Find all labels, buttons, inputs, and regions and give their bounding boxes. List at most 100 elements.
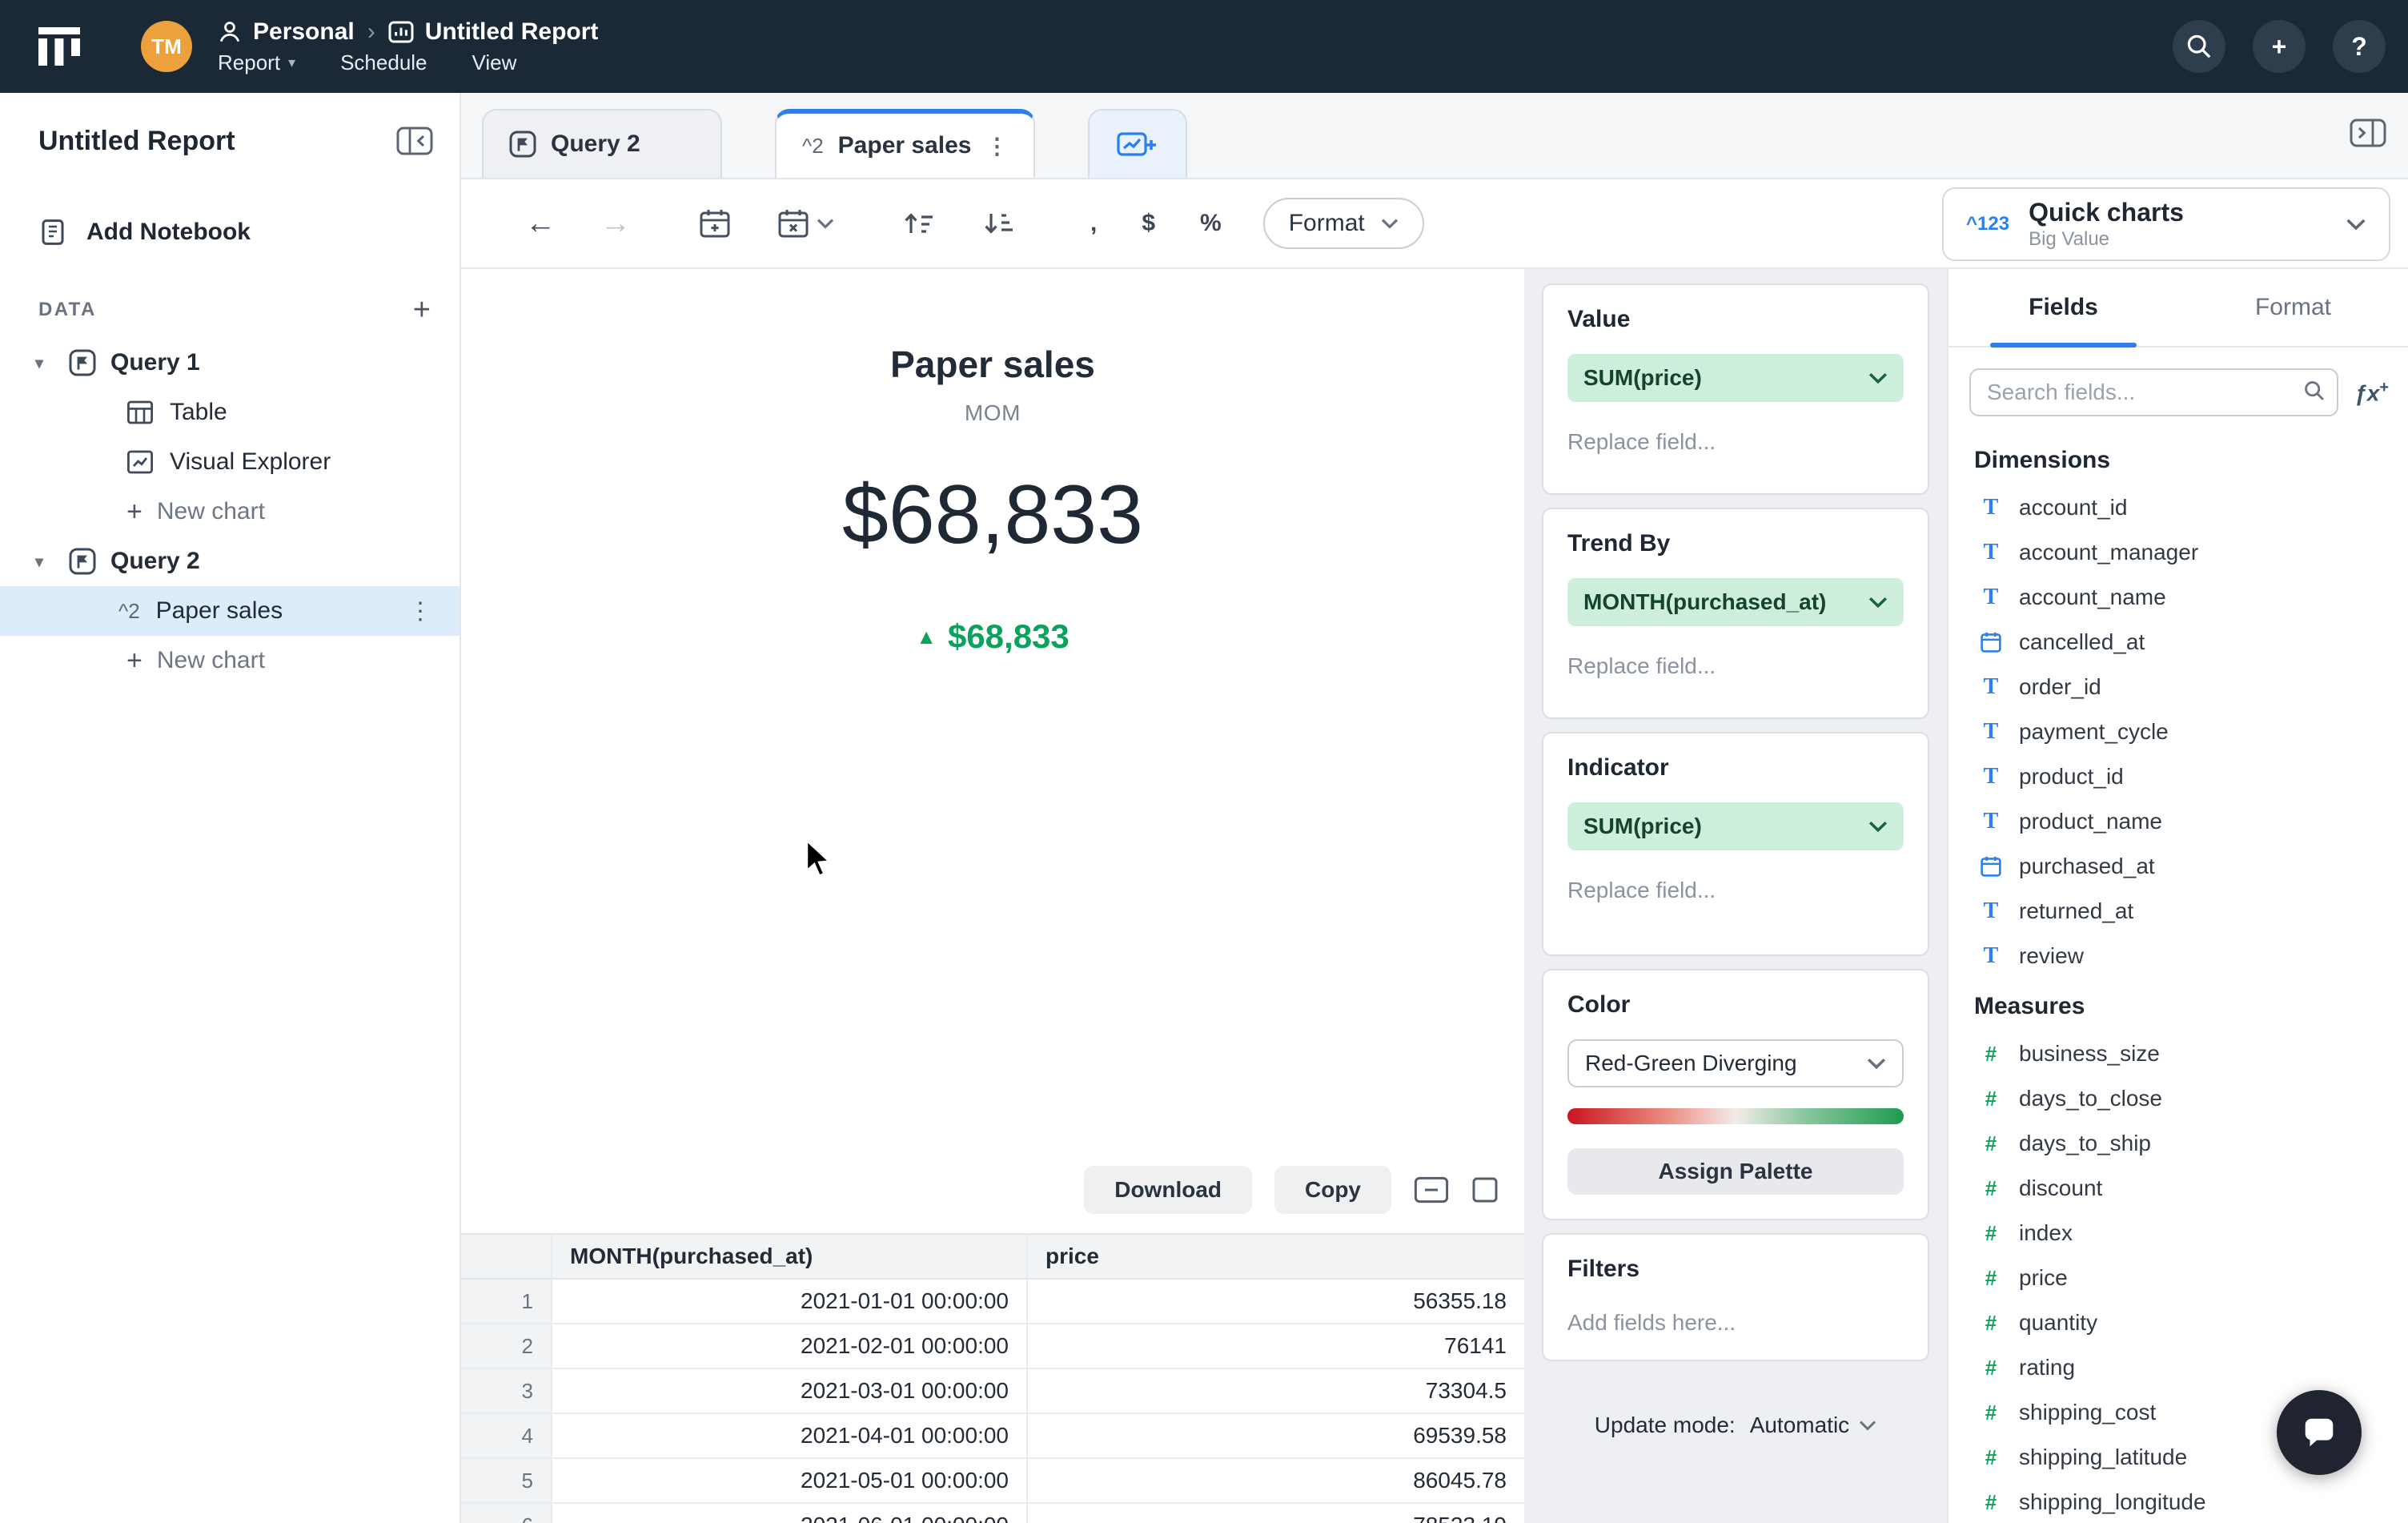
search-fields-input[interactable] <box>1969 368 2339 416</box>
expand-results-icon[interactable] <box>1471 1176 1499 1204</box>
field-item[interactable]: # discount <box>1948 1166 2408 1211</box>
field-item[interactable]: # shipping_longitude <box>1948 1480 2408 1523</box>
calendar-remove-icon[interactable] <box>777 207 834 239</box>
value-field-dropdown[interactable]: SUM(price) <box>1567 354 1904 402</box>
field-item[interactable]: # price <box>1948 1256 2408 1300</box>
price-column-header[interactable]: price <box>1026 1235 1524 1278</box>
add-formula-button[interactable]: ƒx+ <box>2354 379 2389 406</box>
assign-palette-button[interactable]: Assign Palette <box>1567 1148 1904 1195</box>
sidebar-item-visual-explorer[interactable]: Visual Explorer <box>0 437 460 487</box>
redo-arrow-icon[interactable]: → <box>600 207 631 241</box>
number-type-icon: # <box>1985 1175 1997 1200</box>
field-item[interactable]: # business_size <box>1948 1031 2408 1076</box>
field-name: account_id <box>2019 495 2128 520</box>
visual-explorer-icon <box>126 448 154 476</box>
add-data-button[interactable]: + <box>413 295 431 325</box>
table-icon <box>126 399 154 426</box>
filters-card-title: Filters <box>1567 1256 1640 1282</box>
quick-charts-selector[interactable]: ^123 Quick charts Big Value <box>1942 187 2390 261</box>
indicator-field-dropdown[interactable]: SUM(price) <box>1567 802 1904 850</box>
month-cell: 2021-06-01 00:00:00 <box>551 1504 1026 1523</box>
field-item[interactable]: T order_id <box>1948 665 2408 709</box>
sidebar-item-paper-sales[interactable]: ^2 Paper sales ⋮ <box>0 586 460 636</box>
number-type-icon: # <box>1985 1086 1997 1111</box>
field-item[interactable]: # days_to_ship <box>1948 1121 2408 1166</box>
mode-logo[interactable] <box>32 19 86 74</box>
field-item[interactable]: T product_id <box>1948 754 2408 799</box>
field-name: business_size <box>2019 1041 2160 1066</box>
month-cell: 2021-02-01 00:00:00 <box>551 1324 1026 1368</box>
field-item[interactable]: T purchased_at <box>1948 844 2408 889</box>
table-row: 1 2021-01-01 00:00:00 56355.18 <box>461 1280 1524 1324</box>
sidebar-item-query1[interactable]: ▾ Query 1 <box>0 338 460 388</box>
menu-report[interactable]: Report ▾ <box>218 50 295 75</box>
add-notebook-button[interactable]: Add Notebook <box>0 218 460 247</box>
field-item[interactable]: # index <box>1948 1211 2408 1256</box>
kebab-menu-icon[interactable]: ⋮ <box>985 133 1008 159</box>
month-column-header[interactable]: MONTH(purchased_at) <box>551 1235 1026 1278</box>
text-type-icon: T <box>1983 898 1999 923</box>
field-item[interactable]: T review <box>1948 934 2408 978</box>
row-number-cell: 6 <box>461 1504 551 1523</box>
sidebar-item-new-chart-query2[interactable]: + New chart <box>0 636 460 685</box>
sidebar: Untitled Report Add Notebook DATA + ▾ Qu… <box>0 93 461 1523</box>
field-item[interactable]: # quantity <box>1948 1300 2408 1345</box>
new-chart-tab-button[interactable] <box>1088 109 1188 178</box>
sort-ascending-icon[interactable] <box>901 209 937 238</box>
tab-query2[interactable]: Query 2 <box>482 109 722 178</box>
percent-format-button[interactable]: % <box>1200 210 1222 237</box>
expand-panel-icon[interactable] <box>2349 117 2387 149</box>
quick-charts-subtitle: Big Value <box>2029 228 2110 251</box>
avatar[interactable]: TM <box>141 21 192 72</box>
replace-field-dropzone[interactable]: Replace field... <box>1567 429 1904 455</box>
sort-descending-icon[interactable] <box>981 209 1017 238</box>
sidebar-item-new-chart-query1[interactable]: + New chart <box>0 487 460 536</box>
kebab-menu-icon[interactable]: ⋮ <box>408 597 460 625</box>
number-type-icon: # <box>1985 1041 1997 1066</box>
value-card-title: Value <box>1567 306 1631 332</box>
palette-dropdown[interactable]: Red-Green Diverging <box>1567 1039 1904 1087</box>
trend-field-dropdown[interactable]: MONTH(purchased_at) <box>1567 578 1904 626</box>
tab-fields[interactable]: Fields <box>1948 269 2178 348</box>
collapse-sidebar-icon[interactable] <box>395 125 434 157</box>
sidebar-item-table[interactable]: Table <box>0 388 460 437</box>
field-name: shipping_longitude <box>2019 1489 2206 1514</box>
field-item[interactable]: T returned_at <box>1948 889 2408 934</box>
breadcrumb-report[interactable]: Untitled Report <box>388 18 598 46</box>
chevron-down-icon[interactable]: ▾ <box>35 353 54 373</box>
currency-format-button[interactable]: $ <box>1142 210 1155 237</box>
undo-arrow-icon[interactable]: ← <box>525 207 556 241</box>
format-dropdown[interactable]: Format <box>1262 198 1424 249</box>
field-item[interactable]: T product_name <box>1948 799 2408 844</box>
field-item[interactable]: # days_to_close <box>1948 1076 2408 1121</box>
menu-view[interactable]: View <box>472 50 517 75</box>
menu-schedule[interactable]: Schedule <box>340 50 427 75</box>
field-item[interactable]: T account_name <box>1948 575 2408 620</box>
replace-field-dropzone[interactable]: Replace field... <box>1567 653 1904 679</box>
help-button[interactable]: ? <box>2333 20 2386 73</box>
tab-paper-sales[interactable]: ^2 Paper sales ⋮ <box>775 109 1036 178</box>
comma-format-button[interactable]: , <box>1090 210 1097 237</box>
sidebar-item-query2[interactable]: ▾ Query 2 <box>0 536 460 586</box>
delta-value: ▲ $68,833 <box>916 617 1070 655</box>
replace-field-dropzone[interactable]: Replace field... <box>1567 878 1904 903</box>
chat-support-button[interactable] <box>2277 1390 2362 1475</box>
search-button[interactable] <box>2173 20 2225 73</box>
field-item[interactable]: T cancelled_at <box>1948 620 2408 665</box>
chevron-down-icon[interactable]: ▾ <box>35 552 54 572</box>
minimize-results-icon[interactable] <box>1414 1176 1449 1204</box>
breadcrumb-workspace[interactable]: Personal <box>218 18 355 46</box>
update-mode-dropdown[interactable]: Automatic <box>1750 1412 1877 1438</box>
field-item[interactable]: T account_manager <box>1948 530 2408 575</box>
download-button[interactable]: Download <box>1084 1166 1252 1214</box>
field-item[interactable]: T payment_cycle <box>1948 709 2408 754</box>
copy-button[interactable]: Copy <box>1274 1166 1391 1214</box>
field-item[interactable]: # rating <box>1948 1345 2408 1390</box>
plus-icon: + <box>126 496 142 527</box>
plus-icon: + <box>2271 31 2287 61</box>
tab-format[interactable]: Format <box>2178 269 2408 346</box>
add-button[interactable]: + <box>2253 20 2306 73</box>
field-item[interactable]: T account_id <box>1948 485 2408 530</box>
filters-dropzone[interactable]: Add fields here... <box>1567 1310 1904 1336</box>
calendar-add-icon[interactable] <box>698 207 732 239</box>
